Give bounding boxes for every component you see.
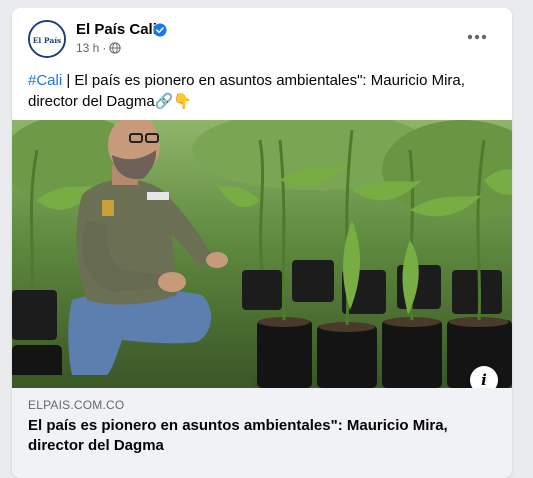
more-options-button[interactable] bbox=[462, 24, 492, 50]
meta-separator: · bbox=[102, 41, 107, 55]
post-image[interactable] bbox=[12, 120, 512, 388]
post-meta: 13 h · bbox=[76, 41, 121, 55]
page-avatar[interactable]: El País bbox=[28, 20, 66, 58]
link-preview[interactable]: ELPAIS.COM.CO El país es pionero en asun… bbox=[12, 388, 512, 478]
info-icon: i bbox=[481, 371, 487, 389]
post-card: El País El País Cali 13 h · #Cali | El p… bbox=[12, 8, 512, 478]
post-header: El País El País Cali 13 h · bbox=[12, 8, 512, 68]
caption-text: | El país es pionero en asuntos ambienta… bbox=[28, 72, 465, 110]
post-photo bbox=[12, 120, 512, 388]
more-options-icon bbox=[467, 34, 487, 40]
verified-badge-icon bbox=[153, 23, 167, 37]
caption-hashtag-link[interactable]: #Cali bbox=[28, 72, 62, 89]
page-name[interactable]: El País Cali bbox=[76, 21, 157, 38]
link-domain: ELPAIS.COM.CO bbox=[28, 398, 125, 412]
post-timestamp[interactable]: 13 h bbox=[76, 41, 99, 55]
post-caption: #Cali | El país es pionero en asuntos am… bbox=[28, 70, 498, 112]
link-title: El país es pionero en asuntos ambientale… bbox=[28, 417, 448, 454]
avatar-text: El País bbox=[33, 36, 62, 45]
globe-icon[interactable] bbox=[109, 42, 121, 54]
avatar-logo: El País bbox=[30, 22, 64, 56]
